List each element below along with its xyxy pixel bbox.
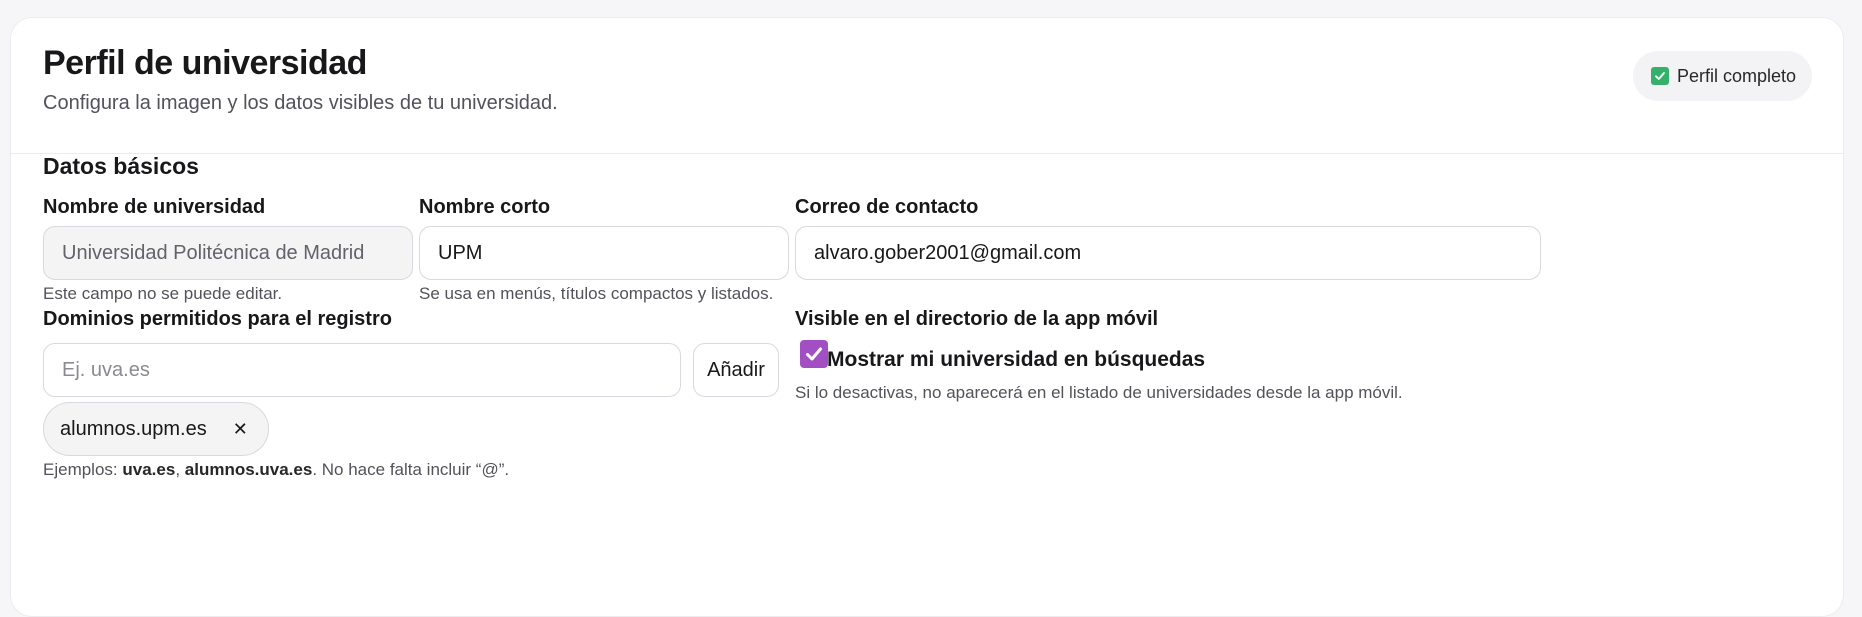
section-title-basic: Datos básicos [43,153,199,179]
domains-hint-prefix: Ejemplos: [43,460,123,479]
page-subtitle: Configura la imagen y los datos visibles… [43,92,558,114]
card-header: Perfil de universidad Configura la image… [11,18,1843,154]
profile-status-badge: Perfil completo [1633,51,1813,101]
contact-email-field[interactable]: alvaro.gober2001@gmail.com [795,226,1541,280]
domains-label: Dominios permitidos para el registro [43,308,392,330]
page-title: Perfil de universidad [43,44,367,82]
visibility-hint: Si lo desactivas, no aparecerá en el lis… [795,383,1403,402]
short-name-hint: Se usa en menús, títulos compactos y lis… [419,284,774,303]
close-icon[interactable]: ✕ [233,419,248,440]
domains-hint-suffix: . No hace falta incluir “@”. [312,460,510,479]
domains-hint-example-2: alumnos.uva.es [184,460,313,479]
domain-input[interactable]: Ej. uva.es [43,343,681,397]
domain-chip-label: alumnos.upm.es [60,417,207,440]
profile-status-label: Perfil completo [1677,65,1797,86]
visibility-label: Visible en el directorio de la app móvil [795,308,1159,330]
contact-email-label: Correo de contacto [795,196,979,218]
check-square-icon [1651,67,1669,85]
university-name-hint: Este campo no se puede editar. [43,284,283,303]
short-name-label: Nombre corto [419,196,551,218]
domains-hint-example-1: uva.es [122,460,176,479]
short-name-field[interactable]: UPM [419,226,789,280]
university-name-field: Universidad Politécnica de Madrid [43,226,413,280]
domain-chip: alumnos.upm.es ✕ [43,402,269,456]
show-in-search-label[interactable]: Mostrar mi universidad en búsquedas [827,348,1205,372]
university-name-label: Nombre de universidad [43,196,266,218]
university-profile-card: Perfil de universidad Configura la image… [10,17,1844,617]
domains-hint: Ejemplos: uva.es, alumnos.uva.es. No hac… [43,460,509,480]
checkmark-icon [806,347,822,361]
add-domain-button[interactable]: Añadir [693,343,779,397]
domains-hint-separator: , [175,460,185,479]
show-in-search-checkbox[interactable] [800,340,828,368]
